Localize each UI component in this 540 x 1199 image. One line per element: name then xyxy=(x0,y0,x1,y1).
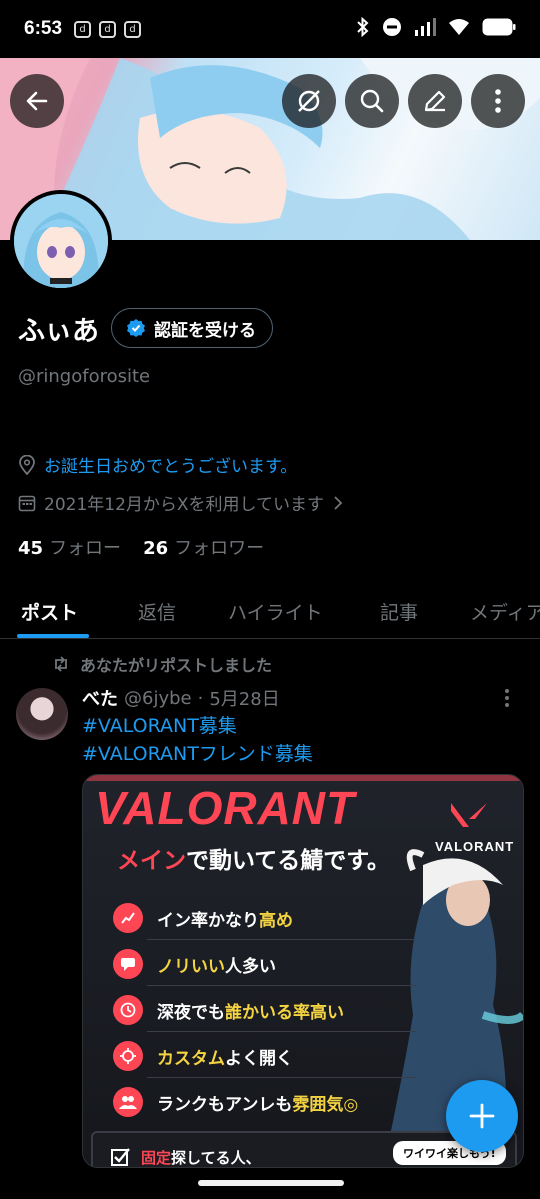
tab-highlights[interactable]: ハイライト xyxy=(228,598,323,625)
edit-icon xyxy=(424,90,446,112)
repost-indicator: あなたがリポストしました xyxy=(52,652,272,676)
hashtag-link[interactable]: #VALORANTフレンド募集 xyxy=(82,739,313,766)
tab-articles[interactable]: 記事 xyxy=(380,598,418,625)
divider xyxy=(147,1077,417,1078)
following-count: 45 xyxy=(18,538,44,559)
disable-icon xyxy=(298,90,320,112)
post-author-handle[interactable]: @6jybe xyxy=(124,688,192,709)
feature-text: イン率かなり xyxy=(157,910,259,931)
profile-name: ふぃあ xyxy=(18,315,99,347)
profile-avatar[interactable] xyxy=(10,190,112,292)
notification-app-icon: d xyxy=(124,20,142,38)
feature-highlight: 高め xyxy=(259,910,293,931)
more-options-button[interactable] xyxy=(471,74,525,128)
navigation-gesture-bar[interactable] xyxy=(198,1180,344,1186)
search-button[interactable] xyxy=(345,74,399,128)
feature-text: ランクもアンレも xyxy=(157,1094,293,1115)
tab-replies[interactable]: 返信 xyxy=(138,598,176,625)
target-icon xyxy=(113,1041,143,1071)
notification-app-icon: d xyxy=(74,20,92,38)
hashtag-link[interactable]: #VALORANT募集 xyxy=(82,711,237,738)
divider xyxy=(147,985,417,986)
followers-label: フォロワー xyxy=(174,538,265,559)
divider xyxy=(147,1031,417,1032)
divider xyxy=(147,939,417,940)
post-more-button[interactable] xyxy=(504,688,510,712)
followers-link[interactable]: 26 フォロワー xyxy=(143,534,264,560)
wifi-icon xyxy=(448,18,470,40)
chart-icon xyxy=(113,903,143,933)
feature-text: よく開く xyxy=(225,1048,293,1069)
clock-icon xyxy=(113,995,143,1025)
avatar-illustration xyxy=(14,194,108,288)
feature-highlight: ノリいい xyxy=(157,956,225,977)
media-bottom-rest: 探してる人、 xyxy=(171,1149,261,1167)
post-author-name[interactable]: べた xyxy=(82,685,118,711)
media-bottom-highlight: 固定 xyxy=(141,1149,172,1167)
profile-tabs: ポスト 返信 ハイライト 記事 メディア xyxy=(0,580,540,639)
media-subtitle: メインで動いてる鯖です。 xyxy=(117,841,390,875)
media-title: VALORANT xyxy=(95,782,356,834)
media-feature-item: 深夜でも誰かいる率高い xyxy=(113,995,344,1025)
followers-count: 26 xyxy=(143,538,169,559)
more-vertical-icon xyxy=(505,689,509,707)
media-feature-item: イン率かなり高め xyxy=(113,903,293,933)
feature-text: 人多い xyxy=(225,956,276,977)
arrow-left-icon xyxy=(26,91,48,111)
profile-handle: @ringoforosite xyxy=(18,366,151,387)
media-subtitle-highlight: メイン xyxy=(117,848,186,874)
media-feature-item: ランクもアンレも雰囲気◎ xyxy=(113,1087,358,1117)
get-verified-button[interactable]: 認証を受ける xyxy=(111,308,273,348)
following-link[interactable]: 45 フォロー xyxy=(18,534,121,560)
bluetooth-icon xyxy=(356,16,370,41)
media-feature-item: カスタムよく開く xyxy=(113,1041,293,1071)
chevron-right-icon xyxy=(334,495,343,510)
repost-label: あなたがリポストしました xyxy=(80,656,273,675)
group-icon xyxy=(113,1087,143,1117)
feature-highlight: 雰囲気◎ xyxy=(292,1094,359,1115)
notification-app-icon: d xyxy=(99,20,117,38)
media-subtitle-text: で動いてる鯖です。 xyxy=(186,848,391,874)
birthday-row: お誕生日おめでとうございます。 xyxy=(18,452,297,477)
calendar-icon xyxy=(18,495,36,511)
repost-icon xyxy=(55,656,67,672)
get-verified-label: 認証を受ける xyxy=(154,320,256,341)
valorant-logo-icon xyxy=(451,803,487,827)
tab-posts[interactable]: ポスト xyxy=(21,598,78,625)
following-label: フォロー xyxy=(49,538,122,559)
do-not-disturb-icon xyxy=(382,17,402,41)
status-bar: 6:53 d d d xyxy=(0,0,540,58)
follow-stats: 45 フォロー 26 フォロワー xyxy=(18,534,264,560)
birthday-text[interactable]: お誕生日おめでとうございます。 xyxy=(44,452,297,477)
post-header: べた @6jybe · 5月28日 xyxy=(82,685,280,711)
joined-text: 2021年12月からXを利用しています xyxy=(44,495,325,515)
checkbox-icon xyxy=(111,1148,130,1166)
post-date[interactable]: 5月28日 xyxy=(209,685,279,711)
more-vertical-icon xyxy=(495,89,501,113)
back-button[interactable] xyxy=(10,74,64,128)
post-author-avatar[interactable] xyxy=(16,688,68,740)
status-time: 6:53 xyxy=(24,18,63,39)
active-tab-indicator xyxy=(17,634,89,638)
media-feature-item: ノリいい人多い xyxy=(113,949,276,979)
plus-icon xyxy=(469,1103,495,1129)
media-bottom-text: 固定探してる人、 xyxy=(141,1147,261,1167)
search-icon xyxy=(360,89,384,113)
joined-row[interactable]: 2021年12月からXを利用しています xyxy=(18,490,344,515)
media-logo-text: VALORANT xyxy=(435,839,515,854)
disable-notifications-button[interactable] xyxy=(282,74,336,128)
chat-icon xyxy=(113,949,143,979)
post-separator: · xyxy=(197,687,204,709)
feature-highlight: 誰かいる率高い xyxy=(225,1002,344,1023)
edit-button[interactable] xyxy=(408,74,462,128)
signal-icon xyxy=(414,18,436,40)
verified-badge-icon xyxy=(127,319,145,337)
feature-text: 深夜でも xyxy=(157,1002,225,1023)
battery-icon xyxy=(482,18,516,40)
tab-media[interactable]: メディア xyxy=(470,598,540,625)
feature-highlight: カスタム xyxy=(157,1048,225,1069)
location-pin-icon xyxy=(19,454,35,475)
compose-post-button[interactable] xyxy=(446,1080,518,1152)
profile-name-row: ふぃあ 認証を受ける xyxy=(18,308,273,348)
